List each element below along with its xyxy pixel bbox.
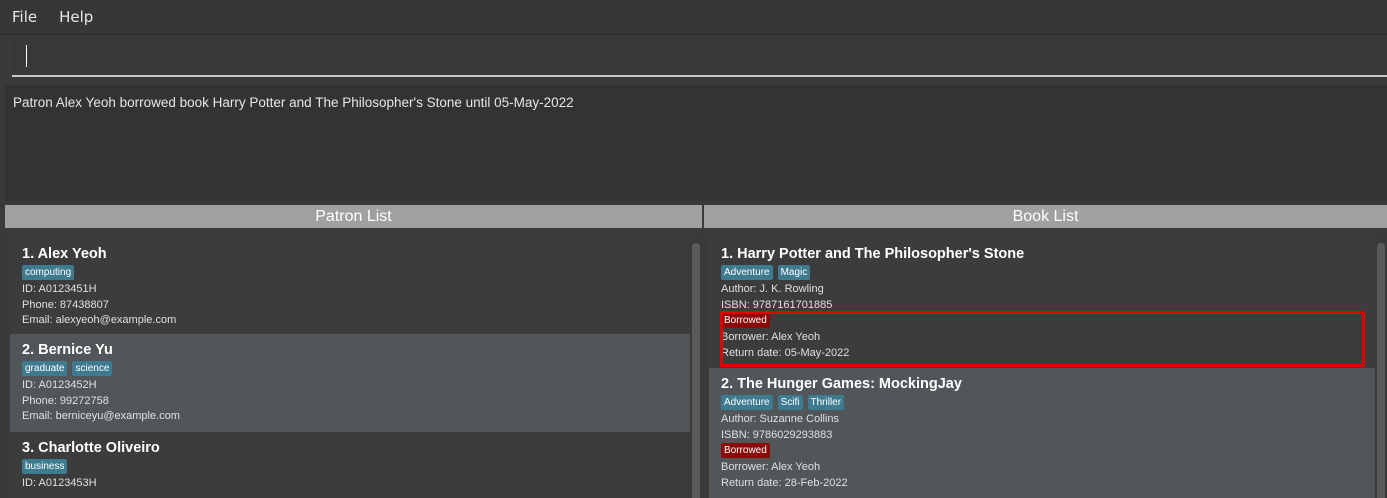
tag: Magic — [777, 265, 811, 280]
patron-id: ID: A0123453H — [22, 477, 97, 489]
patron-id: ID: A0123451H — [22, 283, 97, 295]
patron-list-header: Patron List — [5, 205, 702, 228]
patron-card[interactable]: 1. Alex Yeoh computing ID: A0123451H Pho… — [10, 238, 690, 334]
book-list-panel: Book List 1. Harry Potter and The Philos… — [704, 205, 1387, 498]
status-badge: Borrowed — [721, 313, 770, 328]
book-borrower: Borrower: Alex Yeoh — [721, 331, 821, 343]
book-status: Borrowed — [721, 313, 1363, 328]
patron-name: 2. Bernice Yu — [22, 342, 113, 358]
book-list-header: Book List — [704, 205, 1387, 228]
tag: Thriller — [807, 395, 845, 410]
book-isbn: ISBN: 9786029293883 — [721, 428, 833, 441]
tag: Adventure — [721, 395, 773, 410]
result-text: Patron Alex Yeoh borrowed book Harry Pot… — [13, 95, 574, 110]
book-title: 2. The Hunger Games: MockingJay — [721, 376, 962, 392]
tag: Adventure — [721, 265, 773, 280]
tag: science — [72, 361, 113, 376]
command-box — [12, 35, 1387, 77]
book-card[interactable]: 2. The Hunger Games: MockingJay Adventur… — [709, 368, 1375, 498]
tag: Scifi — [777, 395, 803, 410]
book-author: Author: J. K. Rowling — [721, 283, 824, 295]
patron-list-panel: Patron List 1. Alex Yeoh computing ID: A… — [5, 205, 702, 498]
menu-file[interactable]: File — [8, 8, 41, 26]
book-return-date: Return date: 28-Feb-2022 — [721, 476, 848, 489]
patron-phone: Phone: 87438807 — [22, 298, 109, 311]
menu-bar: File Help — [0, 0, 1387, 35]
book-isbn: ISBN: 9787161701885 — [721, 298, 833, 311]
command-input[interactable] — [12, 35, 1387, 75]
text-caret — [26, 45, 27, 67]
patron-tags: graduate science — [22, 361, 678, 376]
patron-name: 1. Alex Yeoh — [22, 246, 107, 262]
tag: business — [22, 459, 68, 474]
result-display: Patron Alex Yeoh borrowed book Harry Pot… — [5, 85, 1387, 201]
patron-tags: computing — [22, 265, 678, 280]
book-return-date: Return date: 05-May-2022 — [721, 346, 850, 359]
tag: computing — [22, 265, 75, 280]
patron-email: Email: alexyeoh@example.com — [22, 314, 177, 326]
status-badge: Borrowed — [721, 443, 770, 458]
patron-phone: Phone: 99272758 — [22, 394, 109, 407]
book-status: Borrowed — [721, 443, 1363, 458]
menu-help[interactable]: Help — [55, 8, 97, 26]
patron-tags: business — [22, 459, 678, 474]
tag: graduate — [22, 361, 68, 376]
patron-list: 1. Alex Yeoh computing ID: A0123451H Pho… — [10, 238, 690, 498]
patron-list-scrollbar[interactable] — [692, 243, 700, 498]
book-tags: Adventure Scifi Thriller — [721, 395, 1363, 410]
patron-card[interactable]: 2. Bernice Yu graduate science ID: A0123… — [10, 334, 690, 432]
patron-id: ID: A0123452H — [22, 379, 97, 391]
book-borrower: Borrower: Alex Yeoh — [721, 461, 821, 473]
book-list: 1. Harry Potter and The Philosopher's St… — [709, 238, 1375, 498]
patron-name: 3. Charlotte Oliveiro — [22, 440, 160, 456]
book-author: Author: Suzanne Collins — [721, 413, 840, 425]
patron-email: Email: berniceyu@example.com — [22, 410, 180, 422]
book-list-scrollbar[interactable] — [1377, 243, 1385, 498]
book-title: 1. Harry Potter and The Philosopher's St… — [721, 246, 1025, 262]
book-card[interactable]: 1. Harry Potter and The Philosopher's St… — [709, 238, 1375, 368]
book-tags: Adventure Magic — [721, 265, 1363, 280]
patron-card[interactable]: 3. Charlotte Oliveiro business ID: A0123… — [10, 432, 690, 498]
